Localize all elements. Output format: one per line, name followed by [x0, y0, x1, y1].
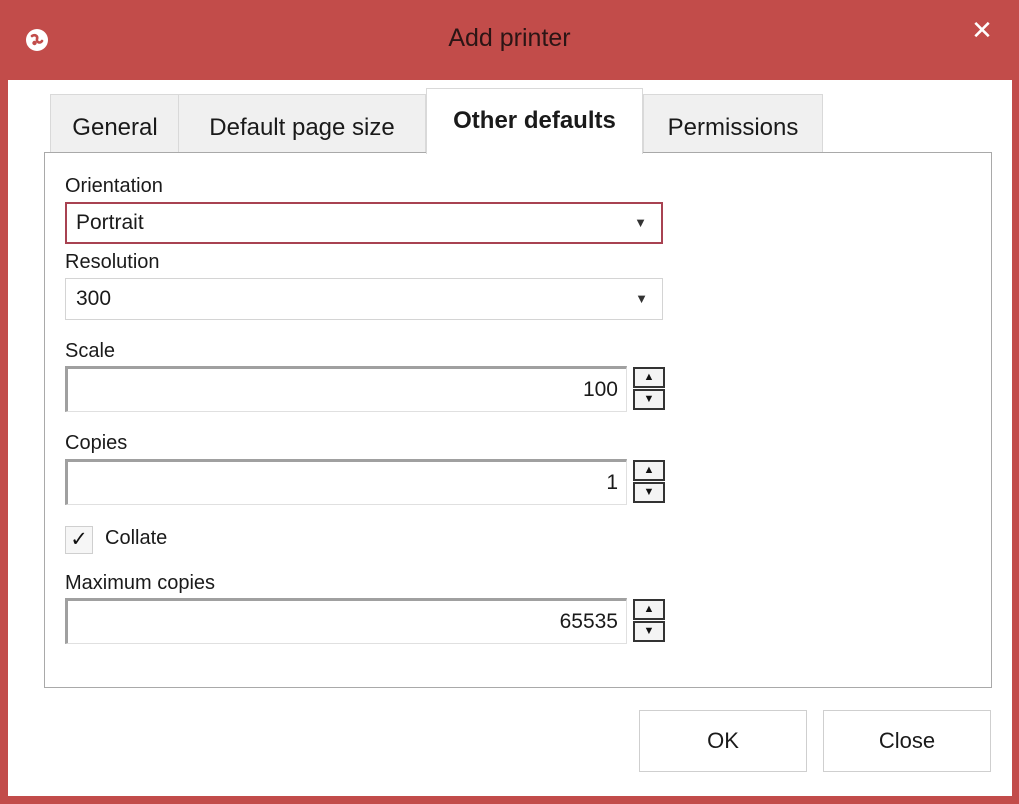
scale-input[interactable]: 100 — [65, 366, 627, 412]
resolution-label: Resolution — [65, 251, 160, 273]
close-button[interactable]: Close — [823, 710, 991, 772]
maximum-copies-stepper: ▲ ▼ — [633, 599, 665, 643]
chevron-down-icon: ▼ — [634, 215, 647, 230]
orientation-value: Portrait — [76, 211, 144, 234]
tab-permissions[interactable]: Permissions — [643, 94, 823, 152]
orientation-label: Orientation — [65, 175, 163, 197]
title-bar[interactable]: Add printer ✕ — [0, 0, 1019, 80]
copies-label: Copies — [65, 432, 128, 454]
scale-decrement-button[interactable]: ▼ — [633, 389, 665, 410]
copies-input[interactable]: 1 — [65, 459, 627, 505]
scale-label: Scale — [65, 340, 116, 362]
scale-increment-button[interactable]: ▲ — [633, 367, 665, 388]
tab-other-defaults[interactable]: Other defaults — [426, 88, 643, 154]
collate-label[interactable]: Collate — [105, 527, 167, 550]
add-printer-dialog: Add printer ✕ General Default page size … — [0, 0, 1019, 804]
maximum-copies-increment-button[interactable]: ▲ — [633, 599, 665, 620]
ok-button[interactable]: OK — [639, 710, 807, 772]
copies-stepper: ▲ ▼ — [633, 460, 665, 504]
resolution-value: 300 — [76, 287, 112, 310]
maximum-copies-decrement-button[interactable]: ▼ — [633, 621, 665, 642]
copies-decrement-button[interactable]: ▼ — [633, 482, 665, 503]
other-defaults-panel: Orientation Portrait ▼ Resolution 300 ▼ … — [44, 152, 992, 688]
orientation-select[interactable]: Portrait ▼ — [65, 202, 663, 244]
copies-increment-button[interactable]: ▲ — [633, 460, 665, 481]
check-icon: ✓ — [70, 528, 88, 551]
collate-checkbox[interactable]: ✓ — [65, 526, 93, 554]
tab-default-page-size[interactable]: Default page size — [178, 94, 426, 152]
chevron-down-icon: ▼ — [635, 291, 648, 306]
scale-stepper: ▲ ▼ — [633, 367, 665, 411]
maximum-copies-label: Maximum copies — [65, 572, 216, 594]
dialog-body: General Default page size Other defaults… — [8, 80, 1012, 796]
maximum-copies-input[interactable]: 65535 — [65, 598, 627, 644]
close-icon[interactable]: ✕ — [958, 8, 1006, 52]
resolution-select[interactable]: 300 ▼ — [65, 278, 663, 320]
window-title: Add printer — [448, 24, 571, 52]
tab-general[interactable]: General — [50, 94, 180, 152]
